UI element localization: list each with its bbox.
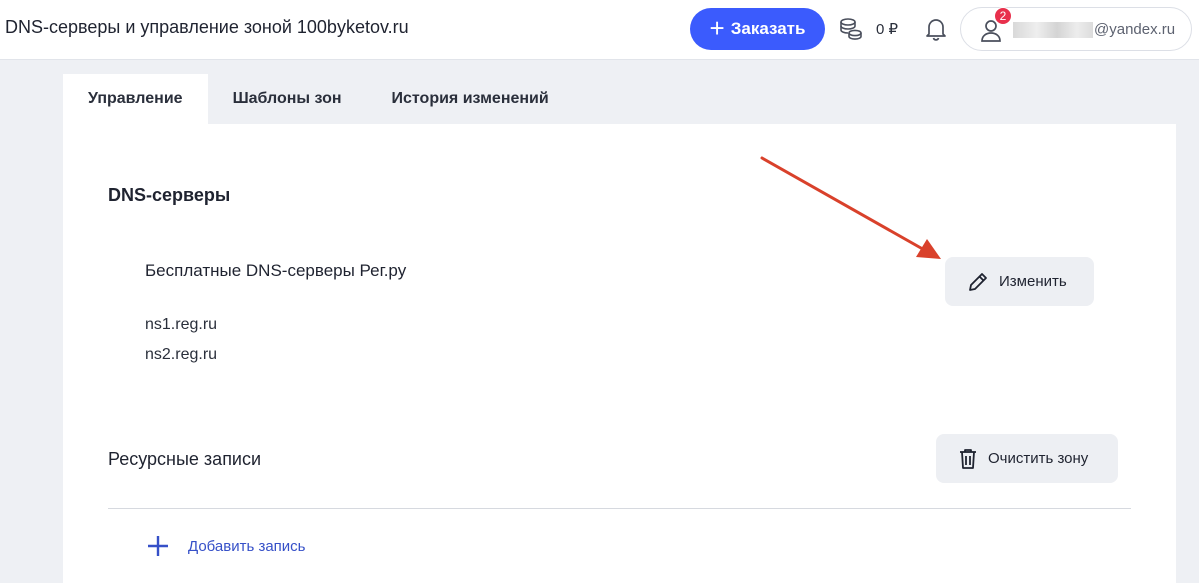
tab-bar: Управление Шаблоны зон История изменений (63, 74, 574, 124)
coins-icon[interactable] (838, 16, 864, 42)
notification-badge: 2 (994, 7, 1012, 25)
dns-provider-name: Бесплатные DNS-серверы Рег.ру (145, 261, 407, 280)
pencil-icon (969, 272, 987, 291)
dns-server-1: ns1.reg.ru (145, 316, 218, 333)
email-redacted (1013, 22, 1093, 38)
page-title: DNS-серверы и управление зоной 100byketo… (5, 17, 409, 37)
divider (108, 508, 1131, 509)
top-bar: DNS-серверы и управление зоной 100byketo… (0, 0, 1199, 60)
tab-zone-templates[interactable]: Шаблоны зон (208, 74, 367, 124)
plus-icon (148, 536, 168, 556)
tab-change-history[interactable]: История изменений (367, 74, 574, 124)
plus-icon: + (709, 13, 725, 43)
resource-records-title: Ресурсные записи (108, 449, 262, 469)
balance-value[interactable]: 0 ₽ (876, 20, 898, 38)
edit-dns-label: Изменить (999, 273, 1067, 290)
order-button-label: Заказать (730, 19, 806, 38)
clear-zone-button[interactable]: Очистить зону (936, 434, 1118, 483)
clear-zone-label: Очистить зону (988, 450, 1089, 467)
account-email: @yandex.ru (1094, 21, 1176, 38)
trash-icon (960, 448, 976, 469)
content-card: DNS-серверы Бесплатные DNS-серверы Рег.р… (63, 124, 1176, 583)
tab-management[interactable]: Управление (63, 74, 208, 124)
bell-icon[interactable] (924, 16, 948, 42)
add-record-label: Добавить запись (188, 537, 306, 555)
edit-dns-button[interactable]: Изменить (945, 257, 1094, 306)
dns-servers-title: DNS-серверы (108, 185, 231, 205)
dns-server-2: ns2.reg.ru (145, 346, 218, 363)
add-record-button[interactable]: Добавить запись (147, 535, 306, 557)
order-button[interactable]: + Заказать (690, 8, 825, 50)
account-menu[interactable]: 2 @yandex.ru (960, 7, 1192, 51)
